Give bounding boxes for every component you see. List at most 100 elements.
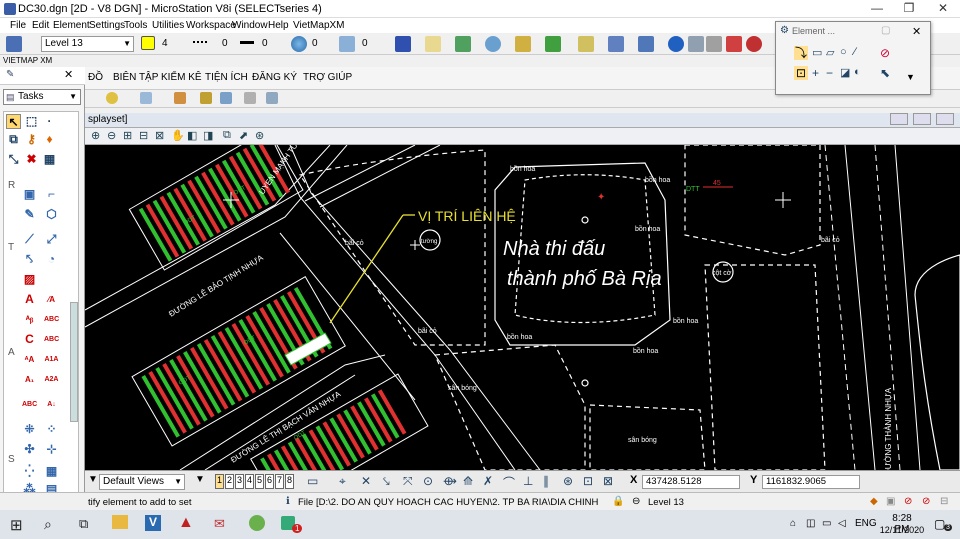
menu-window[interactable]: Window [232,20,268,31]
vietmap-menu-tro-giup[interactable]: TRỢ GIÚP [303,72,352,83]
tool-icon[interactable] [174,92,186,104]
text-spacing-icon[interactable]: ᴬA [22,352,37,367]
status-icon-1[interactable]: ◆ [870,496,878,507]
restore-button[interactable]: ❐ [894,0,924,18]
invert-icon[interactable]: ◪ [840,66,850,79]
microstation-taskbar-icon[interactable]: V [145,515,161,531]
document-icon[interactable]: ▭ [307,474,318,488]
menu-file[interactable]: File [10,20,26,31]
note-icon[interactable]: ABC [22,397,37,412]
key-in-icon[interactable] [706,36,722,52]
close-button[interactable]: ✕ [928,0,958,18]
place-line-icon[interactable]: ▣ [22,187,37,202]
shape-icon[interactable]: ✎ [22,207,37,222]
raster-icon[interactable] [515,36,531,52]
transparency-icon[interactable] [291,36,307,52]
delete-part-icon[interactable]: ▨ [22,272,37,287]
text-increment-icon[interactable]: A₁ [22,372,37,387]
open-file-icon[interactable] [425,36,441,52]
label-icon[interactable]: A↓ [44,397,59,412]
status-icon-3[interactable]: ⊘ [904,496,912,507]
subtract-icon[interactable]: − [826,66,833,80]
menu-element[interactable]: Element [53,20,90,31]
table-cell-icon[interactable]: ▦ [44,464,59,479]
people-icon[interactable]: ⌂ [790,518,796,529]
level-combo[interactable]: Level 13 ▼ [41,36,134,52]
menu-settings[interactable]: Settings [89,20,125,31]
zoom-in-icon[interactable]: ⊕ [91,129,100,142]
dot-icon[interactable]: · [42,114,57,129]
snaps-icon[interactable] [608,36,624,52]
parallel-snap-icon[interactable]: ∥ [543,474,549,488]
edit-text-icon[interactable]: ⁄A [44,292,59,307]
text-align-icon[interactable]: A1A [44,352,59,367]
frame-icon[interactable] [266,92,278,104]
circle-icon[interactable]: ○ [840,46,847,58]
through-snap-icon[interactable]: ⊛ [563,474,573,488]
view-6-button[interactable]: 6 [265,474,274,489]
fit-view-icon[interactable]: ⊟ [139,129,148,142]
intersection-snap-icon[interactable]: ✗ [483,474,493,488]
abc-icon[interactable]: ABC [44,312,59,327]
view-minimize-button[interactable] [890,113,908,125]
modify-icon[interactable]: ⟋ [22,232,37,247]
table-icon[interactable] [244,92,256,104]
new-selection-icon[interactable]: ⊡ [794,66,808,80]
menu-edit[interactable]: Edit [32,20,49,31]
transparency-value[interactable]: 0 [312,38,318,49]
shape-outline-icon[interactable]: ▱ [826,46,834,59]
menu-tools[interactable]: Tools [124,20,147,31]
task-view-icon[interactable]: ⧉ [79,516,88,532]
color-swatch-icon[interactable] [141,36,155,50]
autocad-icon[interactable]: ▲ [178,514,194,532]
minimize-button[interactable]: — [862,0,892,18]
rotate-view-icon[interactable]: ⊠ [155,129,164,142]
style-value[interactable]: 0 [222,38,228,49]
view-7-button[interactable]: 7 [275,474,284,489]
snap-icon[interactable]: ⌖ [339,474,346,489]
text-c-icon[interactable]: C [22,332,37,347]
clear-icon[interactable]: ◐ [854,66,861,78]
clear-selection-icon[interactable]: ⊘ [880,46,890,60]
view-2-button[interactable]: 2 [225,474,234,489]
line-weight-icon[interactable] [240,41,254,44]
lock-icon[interactable]: 🔒 [612,496,624,507]
dimension-3-icon[interactable]: ✣ [22,442,37,457]
delete-icon[interactable]: ✖ [24,152,39,167]
priority-value[interactable]: 0 [362,38,368,49]
element-dialog-close[interactable]: ✕ [912,25,921,38]
view-attributes-icon[interactable]: ⊛ [255,129,264,142]
weight-value[interactable]: 0 [262,38,268,49]
accudraw-icon[interactable] [638,36,654,52]
x-coordinate-field[interactable]: 437428.5128 [642,475,740,489]
menu-vietmapxm[interactable]: VietMapXM [293,20,345,31]
view-8-button[interactable]: 8 [285,474,294,489]
tasks-scrollbar[interactable] [70,302,78,422]
add-icon[interactable]: + [812,66,819,80]
multi-snap-icon[interactable]: ⊠ [603,474,613,488]
trim-icon[interactable]: ⤢ [44,232,59,247]
origin-snap-icon[interactable]: ⟴ [443,474,457,488]
stop-icon[interactable] [746,36,762,52]
vietmap-menu-do[interactable]: ĐỒ [88,72,103,83]
pencil-icon[interactable] [200,92,212,104]
level-manager-icon[interactable] [6,36,22,52]
tangent-snap-icon[interactable]: ⌒ [503,474,515,491]
select-icon[interactable]: ⤵ [794,46,808,60]
perpendicular-snap-icon[interactable]: ⊥ [523,474,533,488]
priority-icon[interactable] [339,36,355,52]
pdf-icon[interactable]: ✉ [214,516,225,532]
element-dialog-maximize[interactable]: ▢ [881,25,890,36]
layers-icon[interactable] [578,36,594,52]
chevron-down-icon[interactable]: ▼ [906,72,915,82]
status-icon-2[interactable]: ▣ [886,496,895,507]
pointer-icon[interactable]: ⬉ [880,66,890,80]
nearest-snap-icon[interactable]: ✕ [361,474,371,488]
chevron-down-icon[interactable]: ▼ [88,474,98,485]
abc-check-icon[interactable]: ABC [44,332,59,347]
copy-icon[interactable]: ⧉ [6,132,21,147]
pan-view-icon[interactable]: ✋ [171,129,185,142]
color-value[interactable]: 4 [162,38,168,49]
search-icon[interactable]: ⌕ [44,516,52,533]
measure-icon[interactable] [688,36,704,52]
